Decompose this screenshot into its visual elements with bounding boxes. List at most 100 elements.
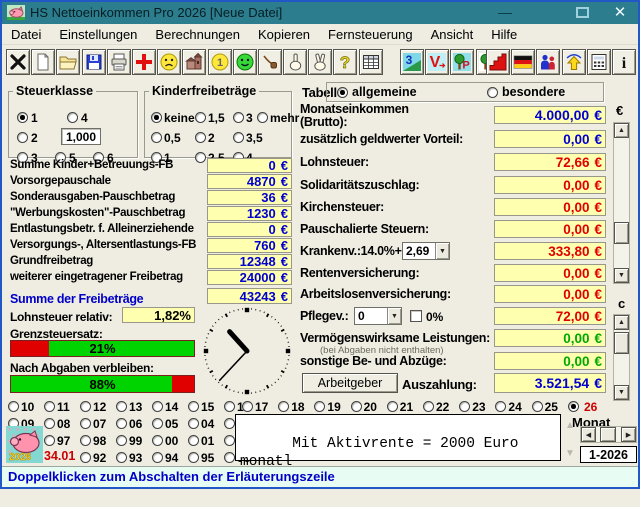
month-radio-20[interactable] [351,401,362,412]
month-radio-04[interactable] [188,418,199,429]
cent-scrollbar[interactable]: ▲ ▼ [613,314,630,401]
steuerklasse-radio-1[interactable] [17,112,28,123]
save-button[interactable] [82,49,106,75]
month-radio-17[interactable] [242,401,253,412]
right-row-dropdown[interactable]: 0▼ [354,307,402,325]
menu-item-hilfe[interactable]: Hilfe [482,24,526,45]
church-button[interactable] [182,49,206,75]
menu-item-fernsteuerung[interactable]: Fernsteuerung [319,24,422,45]
maximize-button[interactable] [576,7,589,18]
month-radio-11[interactable] [44,401,55,412]
pipe-button[interactable] [258,49,282,75]
month-radio-14[interactable] [152,401,163,412]
help-button[interactable]: ? [333,49,357,75]
kinderfb-radio-3[interactable] [233,112,244,123]
menu-item-ansicht[interactable]: Ansicht [422,24,483,45]
month-radio-05[interactable] [152,418,163,429]
euro-scroll-up-button[interactable]: ▲ [614,123,629,138]
kinderfb-radio-1,5[interactable] [195,112,206,123]
faktor-field[interactable]: 1,000 [61,128,101,145]
month-radio-26[interactable] [568,401,579,412]
kinderfb-radio-2,5[interactable] [195,152,206,163]
arbeitgeber-button[interactable]: Arbeitgeber [302,373,398,393]
month-radio-02[interactable] [224,435,235,446]
month-radio-23[interactable] [459,401,470,412]
health-cross-button[interactable] [132,49,156,75]
menu-item-einstellungen[interactable]: Einstellungen [50,24,146,45]
month-radio-18[interactable] [278,401,289,412]
month-scroll-right-button[interactable]: ▶ [621,427,636,442]
info-button[interactable]: i [612,49,636,75]
exit-button[interactable] [6,49,30,75]
month-radio-16[interactable] [224,401,235,412]
month-radio-07[interactable] [80,418,91,429]
menu-item-datei[interactable]: Datei [2,24,50,45]
dropdown-arrow-icon[interactable]: ▼ [387,308,401,324]
month-radio-19[interactable] [314,401,325,412]
kinderfb-radio-keine[interactable] [151,112,162,123]
month-radio-97[interactable] [44,435,55,446]
note-scroll-down-icon[interactable]: ▼ [565,448,575,459]
month-radio-01[interactable] [188,435,199,446]
month-radio-21[interactable] [387,401,398,412]
stairs-chart-button[interactable] [486,49,510,75]
table-button[interactable] [359,49,383,75]
steuerklasse-radio-2[interactable] [17,132,28,143]
month-radio-06[interactable] [116,418,127,429]
month-radio-98[interactable] [80,435,91,446]
month-radio-10[interactable] [8,401,19,412]
note-scroll-up-icon[interactable]: ▲ [565,420,575,431]
euro-scroll-thumb[interactable] [614,222,629,244]
status-bar[interactable]: Doppelklicken zum Abschalten der Erläute… [2,466,638,487]
kinderfb-radio-3,5[interactable] [233,132,244,143]
close-button[interactable]: ✕ [606,3,634,23]
calculator-button[interactable] [587,49,611,75]
two-persons-button[interactable] [536,49,560,75]
month-scrollbar[interactable]: ◀ ▶ [580,426,637,443]
cent-scroll-down-button[interactable]: ▼ [614,385,629,400]
right-row-dropdown[interactable]: 2,69▼ [402,242,450,260]
coin-one-button[interactable]: 1 [208,49,232,75]
month-radio-03[interactable] [224,418,235,429]
month-radio-22[interactable] [423,401,434,412]
menu-item-berechnungen[interactable]: Berechnungen [146,24,249,45]
kinderfb-radio-mehr[interactable] [257,112,268,123]
tabelle-radio-allgemeine[interactable] [337,87,348,98]
kinderfb-radio-0,5[interactable] [151,132,162,143]
hand-two-fingers-button[interactable] [308,49,332,75]
hand-one-finger-button[interactable] [283,49,307,75]
month-radio-15[interactable] [188,401,199,412]
tree-p-cyan-button[interactable]: P [450,49,474,75]
steuerklasse-radio-4[interactable] [67,112,78,123]
new-file-button[interactable] [31,49,55,75]
month-radio-95[interactable] [188,452,199,463]
cent-scroll-up-button[interactable]: ▲ [614,315,629,330]
month-radio-12[interactable] [80,401,91,412]
euro-scroll-down-button[interactable]: ▼ [614,268,629,283]
month-radio-24[interactable] [495,401,506,412]
v-transfer-button[interactable]: V [425,49,449,75]
open-folder-button[interactable] [56,49,80,75]
sad-face-button[interactable] [157,49,181,75]
month-radio-08[interactable] [44,418,55,429]
month-scroll-left-button[interactable]: ◀ [581,427,596,442]
dropdown-arrow-icon[interactable]: ▼ [435,243,449,259]
month-radio-25[interactable] [532,401,543,412]
month-radio-94[interactable] [152,452,163,463]
up-arrow-button[interactable] [562,49,586,75]
month-radio-13[interactable] [116,401,127,412]
month-radio-99[interactable] [116,435,127,446]
pflegev-checkbox[interactable] [410,310,422,322]
minimize-button[interactable]: — [490,3,520,23]
month-radio-92[interactable] [80,452,91,463]
month-scroll-thumb[interactable] [600,427,616,442]
month-radio-00[interactable] [152,435,163,446]
chart-3-button[interactable]: 3 [400,49,424,75]
print-button[interactable] [107,49,131,75]
note-textarea[interactable]: Mit Aktivrente = 2000 Euro monatl Steuer… [235,414,561,461]
period-field[interactable]: 1-2026 [580,446,637,463]
cent-scroll-thumb[interactable] [614,332,629,354]
tabelle-radio-besondere[interactable] [487,87,498,98]
german-flag-button[interactable] [511,49,535,75]
month-radio-96[interactable] [224,452,235,463]
